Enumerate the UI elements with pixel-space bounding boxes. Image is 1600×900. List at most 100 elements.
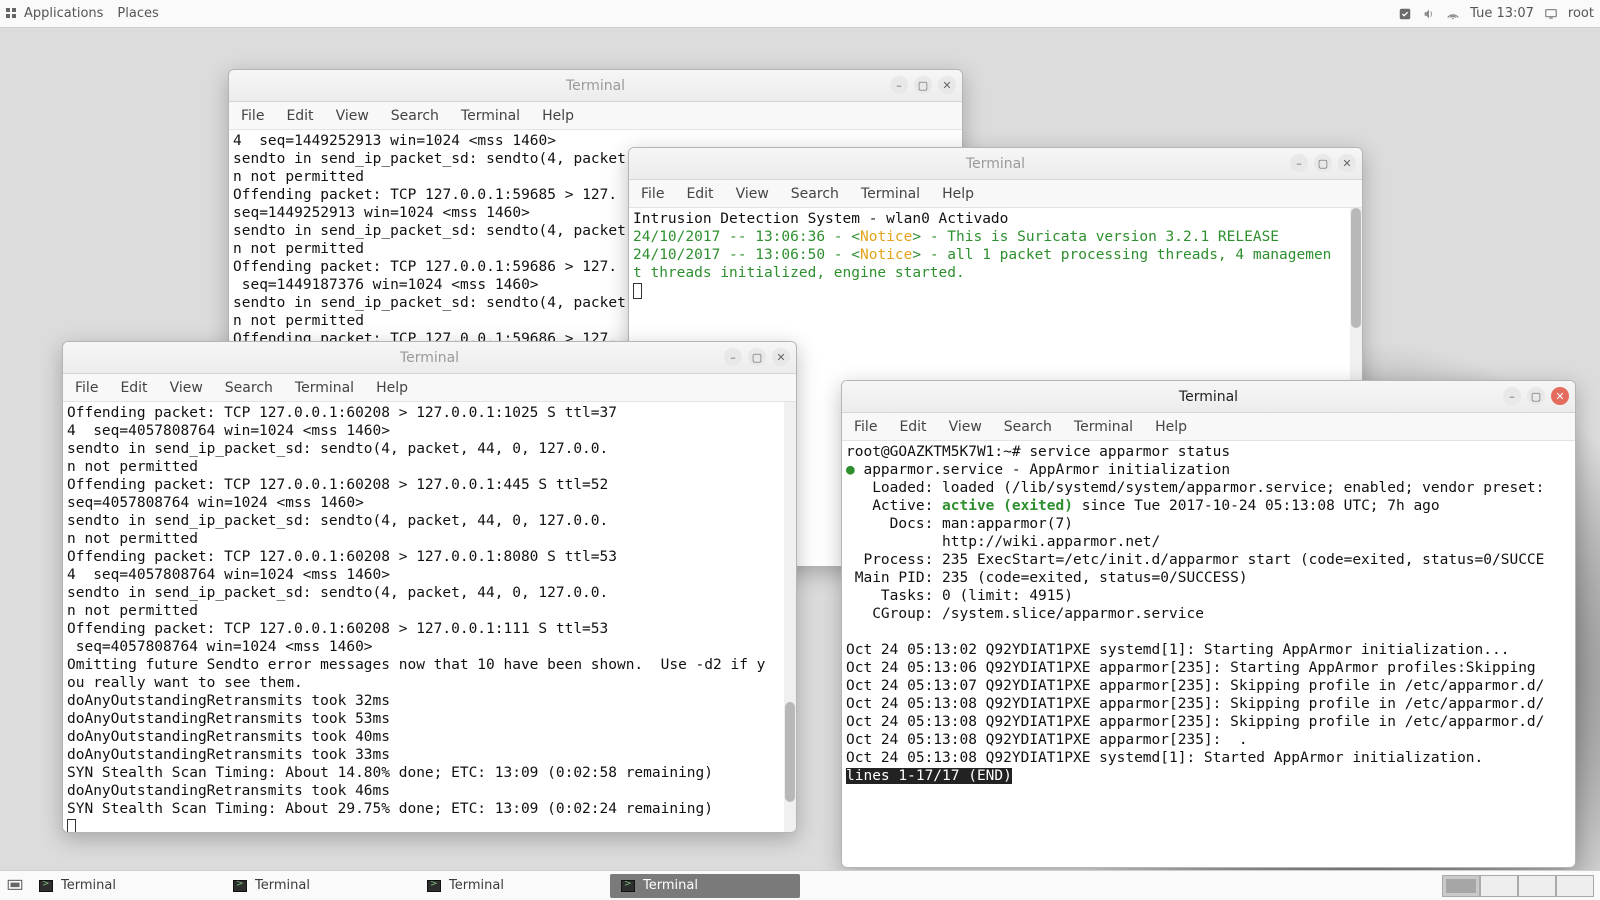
workspace-1[interactable]: [1442, 875, 1480, 897]
menu-search[interactable]: Search: [225, 380, 273, 396]
terminal-window-3[interactable]: Terminal – ▢ ✕ File Edit View Search Ter…: [62, 341, 797, 833]
menu-file[interactable]: File: [854, 419, 877, 435]
term-line: t threads initialized, engine started.: [633, 265, 965, 281]
workspace-2[interactable]: [1480, 875, 1518, 897]
top-panel: Applications Places Tue 13:07 root: [0, 0, 1600, 28]
menu-search[interactable]: Search: [791, 186, 839, 202]
clock[interactable]: Tue 13:07: [1470, 6, 1534, 21]
menu-file[interactable]: File: [641, 186, 664, 202]
menubar: File Edit View Search Terminal Help: [63, 374, 796, 402]
menu-view[interactable]: View: [170, 380, 203, 396]
workspace-pager[interactable]: [1442, 875, 1594, 897]
term-line: all 1 packet processing threads, 4 manag…: [947, 247, 1331, 263]
close-button[interactable]: ✕: [1551, 387, 1569, 405]
workspace-3[interactable]: [1518, 875, 1556, 897]
scroll-thumb[interactable]: [785, 702, 795, 802]
menu-file[interactable]: File: [241, 108, 264, 124]
menu-help[interactable]: Help: [376, 380, 408, 396]
minimize-button[interactable]: –: [1290, 154, 1308, 172]
terminal-icon: [233, 880, 247, 892]
taskbar-label: Terminal: [61, 878, 116, 893]
terminal-icon: [427, 880, 441, 892]
term-line: Process: 235 ExecStart=/etc/init.d/appar…: [846, 552, 1544, 568]
menu-edit[interactable]: Edit: [120, 380, 147, 396]
menu-search[interactable]: Search: [391, 108, 439, 124]
titlebar[interactable]: Terminal – ▢ ✕: [842, 381, 1575, 413]
terminal-icon: [39, 880, 53, 892]
minimize-button[interactable]: –: [890, 76, 908, 94]
minimize-button[interactable]: –: [724, 348, 742, 366]
places-menu[interactable]: Places: [117, 6, 158, 21]
taskbar-button-0[interactable]: Terminal: [28, 874, 218, 898]
term-line: since Tue 2017-10-24 05:13:08 UTC; 7h ag…: [1073, 498, 1440, 514]
titlebar[interactable]: Terminal – ▢ ✕: [629, 148, 1362, 180]
window-title: Terminal: [400, 350, 459, 366]
menu-edit[interactable]: Edit: [686, 186, 713, 202]
menu-terminal[interactable]: Terminal: [861, 186, 920, 202]
updates-icon[interactable]: [1398, 7, 1412, 21]
term-line: Tasks: 0 (limit: 4915): [846, 588, 1073, 604]
term-line: http://wiki.apparmor.net/: [846, 534, 1160, 550]
term-text: Offending packet: TCP 127.0.0.1:60208 > …: [67, 405, 765, 817]
titlebar[interactable]: Terminal – ▢ ✕: [63, 342, 796, 374]
taskbar-button-1[interactable]: Terminal: [222, 874, 412, 898]
term-line: 24/10/2017 -- 13:06:50 - <: [633, 247, 860, 263]
show-desktop-button[interactable]: [6, 877, 24, 895]
menu-help[interactable]: Help: [942, 186, 974, 202]
taskbar-label: Terminal: [255, 878, 310, 893]
terminal-output[interactable]: root@GOAZKTM5K7W1:~# service apparmor st…: [842, 441, 1575, 867]
menu-view[interactable]: View: [736, 186, 769, 202]
maximize-button[interactable]: ▢: [748, 348, 766, 366]
menu-edit[interactable]: Edit: [286, 108, 313, 124]
status-dot-icon: ●: [846, 462, 863, 478]
taskbar-button-2[interactable]: Terminal: [416, 874, 606, 898]
term-line: active (exited): [942, 498, 1073, 514]
menu-terminal[interactable]: Terminal: [1074, 419, 1133, 435]
workspace-4[interactable]: [1556, 875, 1594, 897]
term-line: Active:: [846, 498, 942, 514]
menu-help[interactable]: Help: [542, 108, 574, 124]
maximize-button[interactable]: ▢: [1527, 387, 1545, 405]
volume-icon[interactable]: [1422, 7, 1436, 21]
scroll-thumb[interactable]: [1351, 208, 1361, 328]
term-line: root@GOAZKTM5K7W1:~# service apparmor st…: [846, 444, 1230, 460]
network-icon[interactable]: [1446, 7, 1460, 21]
scrollbar[interactable]: [784, 402, 796, 832]
close-button[interactable]: ✕: [772, 348, 790, 366]
maximize-button[interactable]: ▢: [914, 76, 932, 94]
close-button[interactable]: ✕: [938, 76, 956, 94]
window-title: Terminal: [1179, 389, 1238, 405]
term-line: Docs: man:apparmor(7): [846, 516, 1073, 532]
menu-view[interactable]: View: [336, 108, 369, 124]
taskbar-label: Terminal: [449, 878, 504, 893]
menu-view[interactable]: View: [949, 419, 982, 435]
bottom-panel: Terminal Terminal Terminal Terminal: [0, 870, 1600, 900]
applications-menu[interactable]: Applications: [6, 6, 103, 21]
menubar: File Edit View Search Terminal Help: [229, 102, 962, 130]
menu-terminal[interactable]: Terminal: [295, 380, 354, 396]
menu-terminal[interactable]: Terminal: [461, 108, 520, 124]
term-line: > -: [912, 229, 947, 245]
term-line: This is Suricata version 3.2.1 RELEASE: [947, 229, 1279, 245]
minimize-button[interactable]: –: [1503, 387, 1521, 405]
term-line: apparmor.service - AppArmor initializati…: [863, 462, 1230, 478]
display-icon[interactable]: [1544, 7, 1558, 21]
close-button[interactable]: ✕: [1338, 154, 1356, 172]
menubar: File Edit View Search Terminal Help: [629, 180, 1362, 208]
term-line: Notice: [860, 247, 912, 263]
terminal-output[interactable]: Offending packet: TCP 127.0.0.1:60208 > …: [63, 402, 796, 832]
user-menu[interactable]: root: [1568, 6, 1594, 21]
term-line: Loaded: loaded (/lib/systemd/system/appa…: [846, 480, 1544, 496]
window-title: Terminal: [566, 78, 625, 94]
menu-help[interactable]: Help: [1155, 419, 1187, 435]
window-title: Terminal: [966, 156, 1025, 172]
menu-search[interactable]: Search: [1004, 419, 1052, 435]
menu-edit[interactable]: Edit: [899, 419, 926, 435]
titlebar[interactable]: Terminal – ▢ ✕: [229, 70, 962, 102]
taskbar-button-3[interactable]: Terminal: [610, 874, 800, 898]
terminal-icon: [621, 880, 635, 892]
maximize-button[interactable]: ▢: [1314, 154, 1332, 172]
menu-file[interactable]: File: [75, 380, 98, 396]
terminal-window-4[interactable]: Terminal – ▢ ✕ File Edit View Search Ter…: [841, 380, 1576, 868]
applications-icon: [6, 8, 18, 20]
